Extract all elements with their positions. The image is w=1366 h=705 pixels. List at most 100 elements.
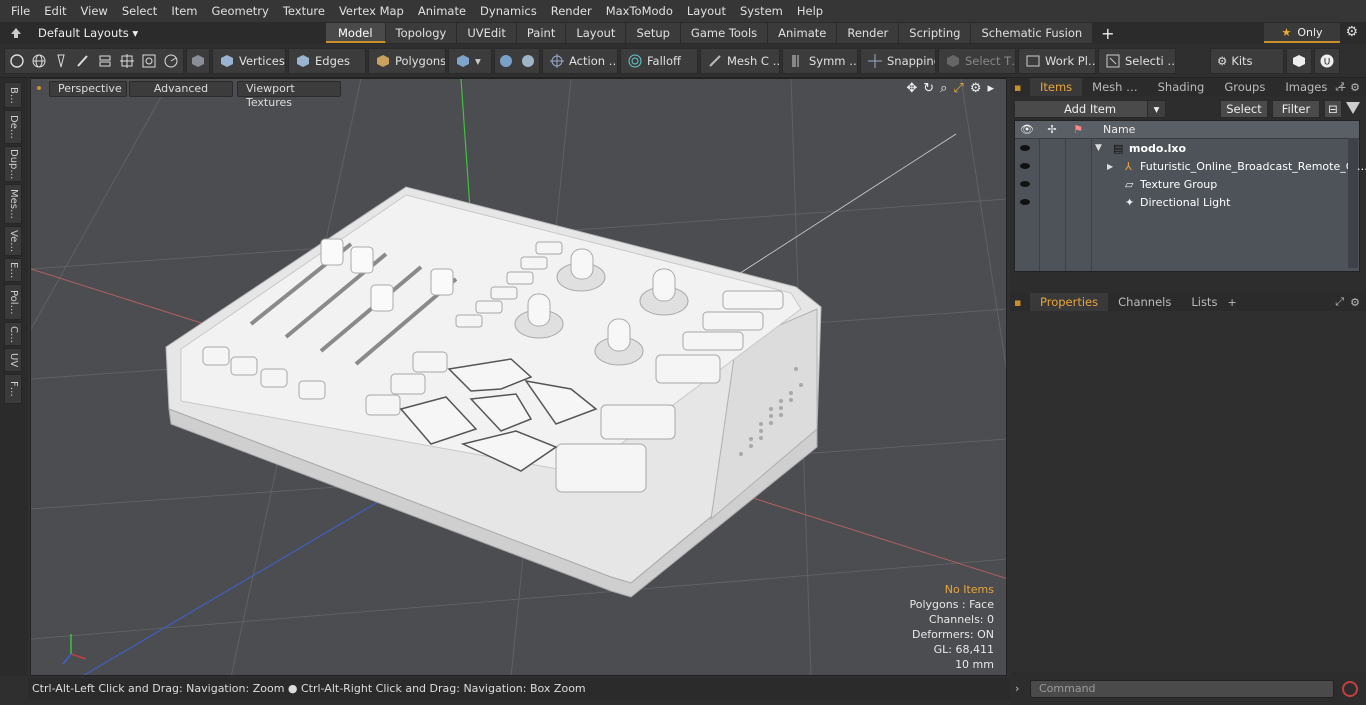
panel-gear-icon[interactable]: ⚙ xyxy=(1350,81,1360,94)
menu-texture[interactable]: Texture xyxy=(276,0,332,22)
add-item-button[interactable]: Add Item ▾ xyxy=(1014,100,1166,118)
settings-gear-icon[interactable]: ⚙ xyxy=(1345,24,1358,40)
falloff-button[interactable]: Falloff xyxy=(620,47,698,74)
menu-select[interactable]: Select xyxy=(115,0,164,22)
menu-vertex-map[interactable]: Vertex Map xyxy=(332,0,411,22)
only-toggle[interactable]: ★ Only xyxy=(1264,23,1340,43)
filter-button[interactable]: Filter xyxy=(1272,100,1320,118)
tab-uvedit[interactable]: UVEdit xyxy=(457,23,517,43)
tab-paint[interactable]: Paint xyxy=(516,23,567,43)
tab-channels[interactable]: Channels xyxy=(1108,293,1181,311)
select-button[interactable]: Select xyxy=(1220,100,1268,118)
name-column-header[interactable]: Name xyxy=(1103,123,1135,136)
viewport-scene[interactable] xyxy=(31,79,1007,676)
command-arrow-icon[interactable]: › xyxy=(1015,682,1019,695)
move-view-icon[interactable]: ✥ xyxy=(906,81,917,96)
expand-arrow-icon[interactable]: ▶ xyxy=(1107,162,1113,171)
pen-icon[interactable] xyxy=(53,53,69,69)
maximize-view-icon[interactable]: ⤢ xyxy=(953,81,963,96)
vertices-button[interactable]: Vertices xyxy=(212,47,286,74)
render-column-icon[interactable]: ⚑ xyxy=(1065,123,1091,136)
viewport-textures-dropdown[interactable]: Viewport Textures xyxy=(237,81,341,109)
viewport-settings-icon[interactable]: ⚙ xyxy=(970,81,982,96)
menu-help[interactable]: Help xyxy=(790,0,830,22)
add-properties-tab-icon[interactable]: + xyxy=(1227,296,1236,309)
tab-images[interactable]: Images xyxy=(1275,78,1337,96)
zoom-view-icon[interactable]: ⌕ xyxy=(940,81,947,96)
tab-items[interactable]: Items xyxy=(1030,78,1083,96)
visibility-eye-icon[interactable] xyxy=(1020,163,1030,169)
command-input[interactable]: Command xyxy=(1030,680,1334,698)
select-through-button[interactable]: Select T… xyxy=(938,47,1016,74)
menu-item[interactable]: Item xyxy=(164,0,204,22)
unity-button[interactable] xyxy=(1286,47,1312,74)
menu-maxtomodo[interactable]: MaxToModo xyxy=(599,0,680,22)
frame-icon[interactable] xyxy=(141,53,157,69)
selection-sets-button[interactable]: Selecti … xyxy=(1098,47,1176,74)
item-mode-button[interactable]: ▾ xyxy=(448,47,492,74)
left-tab-mesh[interactable]: Mes… xyxy=(4,184,22,224)
shade-toggle[interactable] xyxy=(186,47,210,74)
expand-properties-icon[interactable]: ⤢ xyxy=(1335,295,1344,309)
rotate-icon[interactable] xyxy=(163,53,179,69)
mesh-constraint-button[interactable]: Mesh C … xyxy=(700,47,780,74)
item-list-scrollbar[interactable] xyxy=(1348,138,1358,268)
tab-game-tools[interactable]: Game Tools xyxy=(680,23,769,43)
list-item-modo-lxo[interactable]: ▼ ▤ modo.lxo xyxy=(1015,139,1359,157)
tab-properties[interactable]: Properties xyxy=(1030,293,1109,311)
edges-button[interactable]: Edges xyxy=(288,47,366,74)
left-tab-uv[interactable]: UV xyxy=(4,348,22,372)
visibility-column-eye-icon[interactable]: 👁 xyxy=(1015,123,1039,136)
sphere-toggle-icon[interactable] xyxy=(498,53,514,69)
left-tab-deform[interactable]: De… xyxy=(4,110,22,144)
list-item-texture-group[interactable]: ▱ Texture Group xyxy=(1015,175,1359,193)
perspective-dropdown[interactable]: Perspective xyxy=(49,81,127,97)
unreal-button[interactable]: U xyxy=(1314,47,1340,74)
lock-column-icon[interactable]: ✢ xyxy=(1039,123,1065,136)
default-layouts-dropdown[interactable]: Default Layouts ▾ xyxy=(38,26,138,40)
tab-mesh[interactable]: Mesh … xyxy=(1082,78,1147,96)
tab-lists[interactable]: Lists xyxy=(1181,293,1227,311)
left-tab-fusion[interactable]: F… xyxy=(4,374,22,404)
sphere-alt-icon[interactable] xyxy=(520,53,536,69)
list-item-mesh[interactable]: ▶ ⅄ Futuristic_Online_Broadcast_Remote_C… xyxy=(1015,157,1366,175)
properties-dot-icon[interactable]: ▪ xyxy=(1010,296,1024,309)
menu-animate[interactable]: Animate xyxy=(411,0,473,22)
visibility-eye-icon[interactable] xyxy=(1020,181,1030,187)
tab-setup[interactable]: Setup xyxy=(626,23,681,43)
symmetry-button[interactable]: Symm … xyxy=(782,47,858,74)
align-icon[interactable] xyxy=(97,53,113,69)
menu-dynamics[interactable]: Dynamics xyxy=(473,0,544,22)
menu-render[interactable]: Render xyxy=(544,0,599,22)
tab-animate[interactable]: Animate xyxy=(768,23,838,43)
action-center-button[interactable]: Action … xyxy=(542,47,618,74)
record-macro-icon[interactable] xyxy=(1342,681,1358,697)
panel-dot-icon[interactable]: ▪ xyxy=(1010,81,1024,94)
work-plane-button[interactable]: Work Pl… xyxy=(1018,47,1096,74)
advanced-dropdown[interactable]: Advanced xyxy=(129,81,233,97)
layout-arrow-icon[interactable] xyxy=(8,25,24,41)
left-tab-basic[interactable]: B… xyxy=(4,82,22,108)
viewport-menu-dot-icon[interactable] xyxy=(37,86,41,90)
rotate-view-icon[interactable]: ↻ xyxy=(923,81,934,96)
left-tab-vertex[interactable]: Ve… xyxy=(4,226,22,256)
expand-panel-icon[interactable]: ⤢ xyxy=(1335,80,1344,94)
tab-schematic-fusion[interactable]: Schematic Fusion xyxy=(971,23,1094,43)
add-tab-plus-icon[interactable]: + xyxy=(1101,24,1114,43)
brush-icon[interactable] xyxy=(75,53,91,69)
menu-system[interactable]: System xyxy=(733,0,790,22)
left-tab-edge[interactable]: E… xyxy=(4,258,22,282)
menu-edit[interactable]: Edit xyxy=(37,0,73,22)
collapse-button[interactable]: ⊟ xyxy=(1324,100,1342,118)
tab-model[interactable]: Model xyxy=(326,23,386,43)
tab-shading[interactable]: Shading xyxy=(1148,78,1215,96)
menu-view[interactable]: View xyxy=(74,0,115,22)
menu-file[interactable]: File xyxy=(4,0,37,22)
tab-layout[interactable]: Layout xyxy=(566,23,627,43)
tab-scripting[interactable]: Scripting xyxy=(899,23,972,43)
expand-triangle-icon[interactable]: ▼ xyxy=(1095,143,1102,153)
left-tab-polygon[interactable]: Pol… xyxy=(4,284,22,320)
menu-geometry[interactable]: Geometry xyxy=(205,0,276,22)
center-icon[interactable] xyxy=(119,53,135,69)
snapping-button[interactable]: Snapping xyxy=(860,47,936,74)
